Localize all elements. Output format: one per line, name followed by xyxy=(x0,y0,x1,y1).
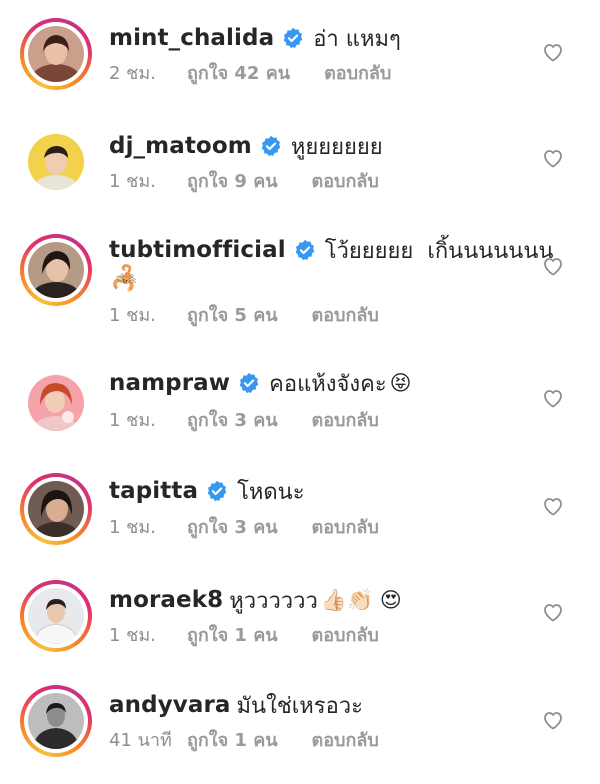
comment-username[interactable]: nampraw xyxy=(109,370,230,396)
comment-text: หูวววววว xyxy=(229,588,318,614)
heart-outline-icon[interactable] xyxy=(541,600,565,624)
comment-text: คอแห้งจังคะ xyxy=(269,371,387,397)
like-count-link[interactable]: ถูกใจ 42 คน xyxy=(187,58,290,87)
reply-button[interactable]: ตอบกลับ xyxy=(312,405,379,434)
comment-text: หูยยยยยย xyxy=(290,134,383,160)
comment-time: 2 ชม. xyxy=(109,62,156,84)
verified-badge-icon xyxy=(295,239,315,261)
comment-time: 1 ชม. xyxy=(109,516,156,538)
comment-time: 1 ชม. xyxy=(109,409,156,431)
comment-username[interactable]: andyvara xyxy=(109,692,231,718)
like-count-link[interactable]: ถูกใจ 1 คน xyxy=(187,620,278,649)
like-count-link[interactable]: ถูกใจ 1 คน xyxy=(187,725,278,754)
like-count-link[interactable]: ถูกใจ 5 คน xyxy=(187,300,278,329)
avatar-photo xyxy=(28,481,84,537)
reply-button[interactable]: ตอบกลับ xyxy=(312,166,379,195)
heart-outline-icon[interactable] xyxy=(541,708,565,732)
verified-badge-icon xyxy=(239,372,259,394)
comment-text: อ่า แหมๆ xyxy=(313,26,401,52)
verified-badge-icon xyxy=(283,27,303,49)
avatar-photo xyxy=(28,134,84,190)
comment-username[interactable]: tapitta xyxy=(109,478,198,504)
thumbs-clap-heart-eyes-emoji: 👍🏻👏🏻 😍 xyxy=(320,587,402,612)
comment-text: มันใช่เหรอวะ xyxy=(236,693,363,719)
avatar[interactable] xyxy=(20,18,92,90)
reply-button[interactable]: ตอบกลับ xyxy=(312,620,379,649)
comment-username[interactable]: dj_matoom xyxy=(109,133,252,159)
scorpion-emoji: 🦂 xyxy=(110,264,140,292)
comment-time: 1 ชม. xyxy=(109,624,156,646)
avatar[interactable] xyxy=(20,580,92,652)
avatar[interactable] xyxy=(20,473,92,545)
comment-time: 41 นาที xyxy=(109,729,172,751)
verified-badge-icon xyxy=(207,480,227,502)
comment-username[interactable]: tubtimofficial xyxy=(109,237,286,263)
reply-button[interactable]: ตอบกลับ xyxy=(312,725,379,754)
comment-username[interactable]: moraek8 xyxy=(109,587,223,613)
heart-outline-icon[interactable] xyxy=(541,254,565,278)
comment-time: 1 ชม. xyxy=(109,304,156,326)
avatar[interactable] xyxy=(20,234,92,306)
avatar-photo xyxy=(28,26,84,82)
like-count-link[interactable]: ถูกใจ 9 คน xyxy=(187,166,278,195)
comment-text: โหดนะ xyxy=(237,479,305,505)
comment-username[interactable]: mint_chalida xyxy=(109,25,274,51)
like-count-link[interactable]: ถูกใจ 3 คน xyxy=(187,405,278,434)
heart-outline-icon[interactable] xyxy=(541,494,565,518)
comment-list: mint_chalida อ่า แหมๆ 2 ชม. ถูกใจ 42 คน … xyxy=(0,0,600,784)
reply-button[interactable]: ตอบกลับ xyxy=(312,300,379,329)
avatar-photo xyxy=(28,375,84,431)
reply-button[interactable]: ตอบกลับ xyxy=(312,512,379,541)
reply-button[interactable]: ตอบกลับ xyxy=(324,58,391,87)
tongue-wink-emoji: 😝 xyxy=(389,371,412,395)
avatar[interactable] xyxy=(20,126,92,198)
comment-text: โว้ยยยยย เกิ้นนนนนนน xyxy=(324,238,554,264)
like-count-link[interactable]: ถูกใจ 3 คน xyxy=(187,512,278,541)
avatar-photo xyxy=(28,588,84,644)
heart-outline-icon[interactable] xyxy=(541,40,565,64)
avatar[interactable] xyxy=(20,685,92,757)
heart-outline-icon[interactable] xyxy=(541,386,565,410)
avatar-photo xyxy=(28,242,84,298)
avatar-photo xyxy=(28,693,84,749)
heart-outline-icon[interactable] xyxy=(541,146,565,170)
verified-badge-icon xyxy=(261,135,281,157)
comment-time: 1 ชม. xyxy=(109,170,156,192)
avatar[interactable] xyxy=(20,367,92,439)
